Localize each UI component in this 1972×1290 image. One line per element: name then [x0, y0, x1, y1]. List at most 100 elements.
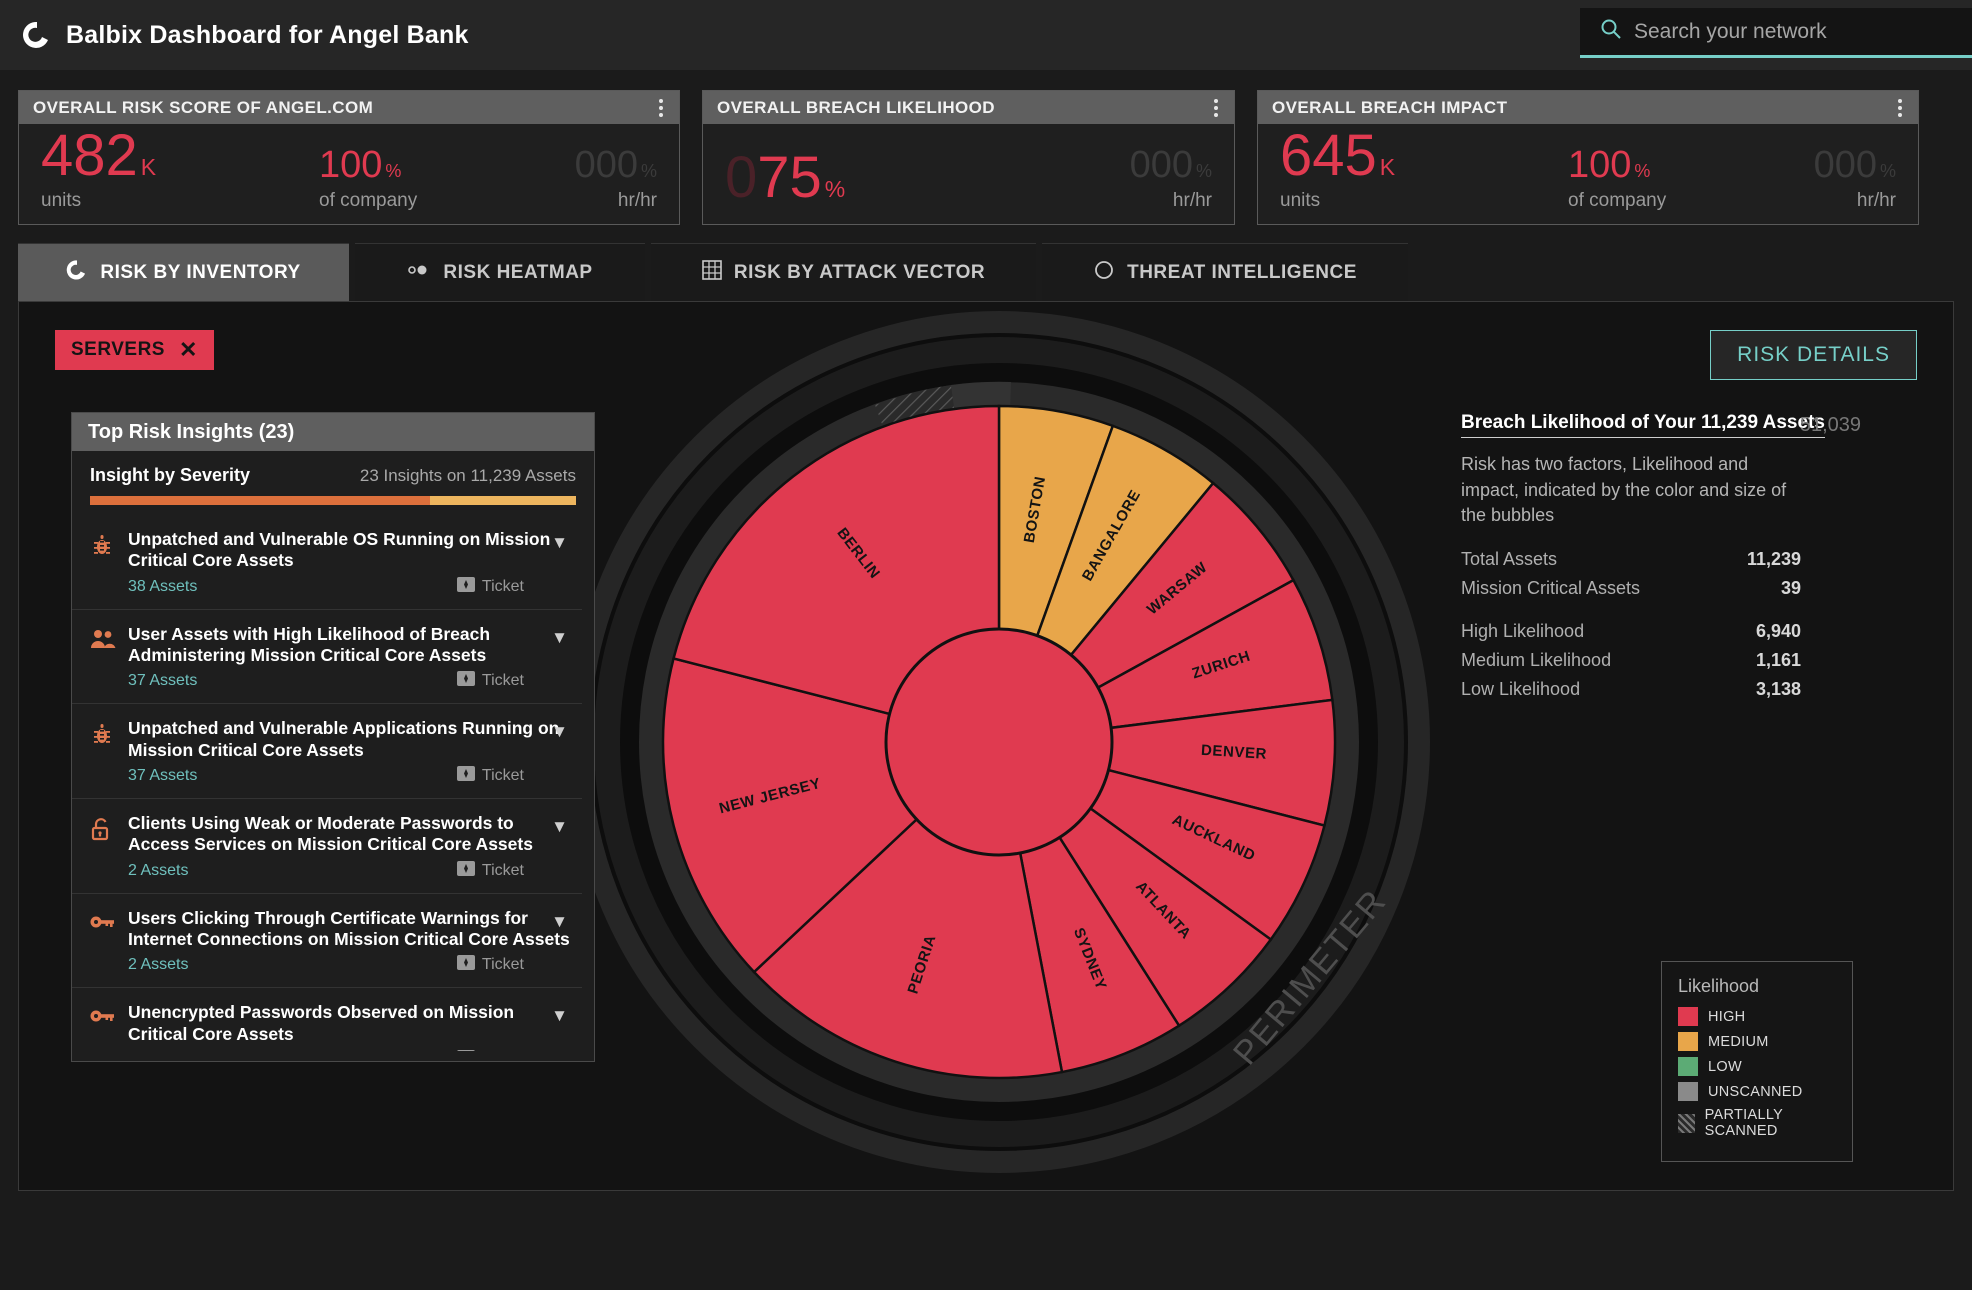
insight-ticket-button[interactable]: Ticket	[456, 576, 524, 597]
insight-asset-count[interactable]: 2 Assets	[128, 862, 188, 880]
kebab-menu-icon[interactable]	[655, 95, 667, 121]
insight-asset-count[interactable]: 37 Assets	[128, 767, 197, 785]
info-stat-value: 39	[1780, 577, 1801, 598]
insight-row[interactable]: User Assets with High Likelihood of Brea…	[72, 610, 582, 705]
kpi-primary-value: 482	[41, 122, 138, 188]
kpi-primary-unit: K	[1379, 153, 1396, 180]
tab-label: RISK BY INVENTORY	[100, 261, 301, 283]
kpi-primary-metric: 0 75 %	[725, 144, 845, 212]
kpi-body: 645 K units 100 % of company 000 % hr/hr	[1258, 124, 1918, 224]
legend-title: Likelihood	[1678, 976, 1760, 996]
info-description: Risk has two factors, Likelihood and imp…	[1461, 454, 1787, 526]
ticket-label: Ticket	[481, 767, 524, 785]
insight-title: Users Clicking Through Certificate Warni…	[128, 907, 570, 950]
tab-bar: RISK BY INVENTORY RISK HEATMAP RISK BY A…	[0, 225, 1972, 301]
chevron-down-icon[interactable]: ▼	[551, 628, 568, 648]
kpi-title: OVERALL RISK SCORE OF ANGEL.COM	[33, 97, 374, 117]
insight-title: Clients Using Weak or Moderate Passwords…	[128, 813, 533, 855]
insight-row[interactable]: Unencrypted Passwords Observed on Missio…	[72, 988, 582, 1051]
insight-asset-count[interactable]: 37 Assets	[128, 672, 197, 690]
ring-icon	[66, 259, 88, 287]
brand: Balbix Dashboard for Angel Bank	[0, 20, 469, 50]
kpi-tertiary-caption: hr/hr	[617, 190, 657, 211]
kpi-secondary-unit: %	[1634, 160, 1651, 181]
legend-swatch	[1678, 1057, 1698, 1076]
search-icon	[1600, 18, 1622, 45]
info-stat-value: 11,239	[1746, 548, 1801, 569]
close-icon[interactable]: ✕	[179, 339, 198, 361]
legend-label: PARTIALLY SCANNED	[1704, 1107, 1783, 1139]
unlock-icon	[90, 813, 116, 881]
chevron-down-icon[interactable]: ▼	[551, 722, 568, 742]
insight-row[interactable]: Unpatched and Vulnerable OS Running on M…	[72, 515, 582, 610]
chevron-down-icon[interactable]: ▼	[551, 1006, 568, 1026]
kpi-primary-dim-prefix: 0	[725, 144, 758, 210]
risk-sunburst-chart[interactable]: CORE PERIMETER BOSTONBANGALOREWARSAWZURI…	[559, 301, 1479, 1191]
legend-row[interactable]: PARTIALLY SCANNED	[1678, 1107, 1834, 1139]
tab-label: RISK BY ATTACK VECTOR	[733, 261, 986, 283]
legend-row[interactable]: MEDIUM	[1678, 1032, 1834, 1051]
severity-bar-medium	[430, 496, 576, 505]
filter-chip-servers[interactable]: SERVERS ✕	[55, 330, 214, 370]
insight-ticket-button[interactable]: Ticket	[456, 860, 524, 881]
kpi-tertiary-unit: %	[1195, 160, 1212, 181]
chevron-down-icon[interactable]: ▼	[551, 817, 568, 837]
kpi-primary-metric: 482 K units	[41, 122, 156, 212]
ticket-icon	[456, 955, 475, 975]
breach-likelihood-info-panel: Breach Likelihood of Your 11,239 Assets …	[1461, 412, 1901, 708]
risk-details-button[interactable]: RISK DETAILS	[1710, 330, 1917, 380]
kpi-tertiary-caption: hr/hr	[1856, 190, 1896, 211]
tab-risk-by-attack-vector[interactable]: RISK BY ATTACK VECTOR	[651, 243, 1036, 301]
kpi-secondary-value: 100	[1568, 143, 1632, 186]
legend-row[interactable]: HIGH	[1678, 1007, 1834, 1026]
insight-title: Unpatched and Vulnerable Applications Ru…	[128, 718, 560, 760]
kpi-secondary-value: 100	[319, 143, 383, 186]
kpi-card-breach-impact: OVERALL BREACH IMPACT 645 K units 100 % …	[1257, 90, 1919, 225]
search-box[interactable]	[1580, 8, 1972, 58]
ticket-icon	[456, 671, 475, 691]
kpi-primary-caption: units	[1280, 190, 1321, 211]
page-title: Balbix Dashboard for Angel Bank	[66, 20, 469, 49]
insight-ticket-button[interactable]: Ticket	[456, 766, 524, 786]
insight-asset-count[interactable]: 38 Assets	[128, 578, 197, 596]
chevron-down-icon[interactable]: ▼	[551, 533, 568, 553]
sunburst-center-hub[interactable]	[884, 627, 1114, 857]
info-stat-row: Low Likelihood 3,138	[1461, 679, 1801, 700]
insight-row[interactable]: Users Clicking Through Certificate Warni…	[72, 894, 582, 989]
insight-row[interactable]: Clients Using Weak or Moderate Passwords…	[72, 799, 582, 894]
grid-icon	[702, 259, 722, 286]
severity-label: Insight by Severity	[90, 465, 251, 485]
chevron-down-icon[interactable]: ▼	[551, 912, 568, 932]
tab-risk-by-inventory[interactable]: RISK BY INVENTORY	[18, 243, 349, 301]
tab-threat-intelligence[interactable]: THREAT INTELLIGENCE	[1042, 243, 1408, 301]
ticket-label: Ticket	[481, 861, 524, 879]
legend-swatch	[1678, 1082, 1698, 1101]
kpi-secondary-unit: %	[385, 160, 402, 181]
info-title: Breach Likelihood of Your 11,239 Assets	[1461, 412, 1825, 438]
kpi-tertiary-value: 000	[574, 143, 638, 186]
kpi-tertiary-value: 000	[1813, 143, 1877, 186]
info-stat-value: 1,161	[1755, 649, 1801, 670]
insight-title: Unpatched and Vulnerable OS Running on M…	[128, 529, 551, 571]
info-stat-key: Low Likelihood	[1461, 678, 1581, 699]
insight-ticket-button[interactable]: Ticket	[456, 671, 524, 691]
insight-ticket-button[interactable]: Ticket	[457, 1050, 524, 1051]
insight-ticket-button[interactable]: Ticket	[456, 955, 524, 975]
kebab-menu-icon[interactable]	[1894, 95, 1906, 121]
ticket-icon	[456, 766, 475, 786]
kebab-menu-icon[interactable]	[1210, 95, 1222, 121]
legend-row[interactable]: UNSCANNED	[1678, 1082, 1834, 1101]
info-stat-key: Mission Critical Assets	[1461, 577, 1641, 598]
insight-row[interactable]: Unpatched and Vulnerable Applications Ru…	[72, 704, 582, 800]
info-stat-row: Total Assets 11,239	[1461, 549, 1801, 570]
kpi-tertiary-metric: 000 % hr/hr	[1130, 146, 1212, 212]
bug-icon	[90, 718, 116, 786]
insights-list[interactable]: Unpatched and Vulnerable OS Running on M…	[72, 515, 588, 1051]
insight-asset-count[interactable]: 2 Assets	[128, 956, 188, 974]
legend-row[interactable]: LOW	[1678, 1057, 1834, 1076]
kpi-title: OVERALL BREACH IMPACT	[1272, 97, 1508, 117]
info-stats-list: Total Assets 11,239 Mission Critical Asset…	[1461, 549, 1801, 700]
tab-risk-heatmap[interactable]: RISK HEATMAP	[355, 243, 645, 301]
ticket-icon	[456, 576, 475, 597]
search-input[interactable]	[1634, 19, 1954, 44]
